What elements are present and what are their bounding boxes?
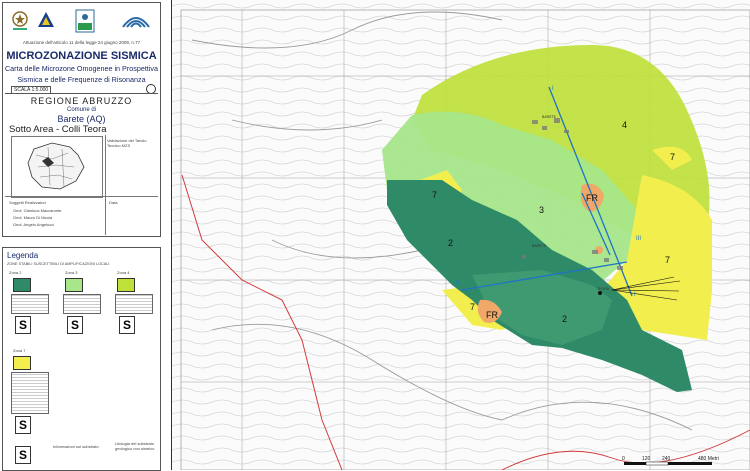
zone-label-3: 3	[539, 205, 544, 215]
soggetti-label: Soggetti Realizzatori	[9, 200, 46, 205]
protezione-civile-logo-icon	[37, 11, 55, 29]
zone-label-7d: 7	[470, 302, 475, 312]
column-divider	[105, 135, 106, 235]
legend-section: ZONE STABILI SUSCETTIBILI DI AMPLIFICAZI…	[7, 262, 110, 266]
comune-label: Comune di	[66, 107, 96, 113]
zone-7-swatch	[13, 356, 31, 370]
comune-name: Barete (AQ)	[57, 114, 106, 124]
zone-2-column	[11, 294, 49, 314]
zone-2-s-symbol: S	[15, 316, 31, 334]
person-3: Geol. Angelo Angelucci	[13, 222, 55, 227]
zone-label-7b: 7	[670, 152, 675, 162]
date-label: Data	[109, 200, 118, 205]
scale-tick-480: 480 Metri	[698, 456, 719, 462]
zone-7-s-symbol-2: S	[15, 446, 31, 464]
zone-label-fr2: FR	[486, 310, 498, 320]
legend-block: Legenda ZONE STABILI SUSCETTIBILI DI AMP…	[2, 247, 161, 471]
legend-title: Legenda	[7, 251, 39, 260]
zone-7-column	[11, 372, 49, 414]
zone-3-s-symbol: S	[67, 316, 83, 334]
place-label-3: TEORA	[597, 287, 610, 291]
title-block: Attuazione dell'articolo 11 della legge …	[2, 2, 161, 237]
map-subtitle-2: Sismica e delle Frequenze di Risonanza	[17, 75, 146, 84]
lito-label: Litologia del substrato geologico non si…	[115, 441, 155, 451]
zone-label-fr1: FR	[586, 193, 598, 203]
title-panel: Attuazione dell'articolo 11 della legge …	[0, 0, 172, 471]
waves-logo-icon	[121, 11, 151, 31]
republic-emblem-icon	[9, 9, 31, 33]
divider	[5, 196, 158, 197]
zone-7-label: Zona 7	[13, 348, 26, 353]
law-text: Attuazione dell'articolo 11 della legge …	[22, 40, 141, 45]
zone-label-2a: 2	[448, 238, 453, 248]
regione-logo-icon	[75, 9, 95, 33]
map-area[interactable]: 4 3 2 2 7 7 7 7 FR FR I II III I BARETE …	[172, 0, 750, 470]
zone-4-s-symbol: S	[119, 316, 135, 334]
scale-bar	[624, 461, 712, 466]
zone-7-s-symbol-1: S	[15, 416, 31, 434]
zone-4-column	[115, 294, 153, 314]
zone-2-label: Zona 2	[9, 270, 22, 275]
zone-label-7a: 7	[432, 190, 437, 200]
zone-label-2b: 2	[562, 314, 567, 324]
zone-label-4: 4	[622, 120, 627, 130]
person-1: Geol. Gianluca Maccaronte	[13, 208, 62, 213]
scale-tick-240: 240	[662, 456, 671, 462]
place-label-1: BARETE	[542, 115, 557, 119]
zone-2-swatch	[13, 278, 31, 292]
map-subtitle-1: Carta delle Microzone Omogenee in Prospe…	[4, 64, 158, 73]
map-title: MICROZONAZIONE SISMICA	[6, 50, 157, 62]
person-2: Geol. Mauro Di Nicola	[13, 215, 53, 220]
validation-label: Validazione del Tavolo Tecnico MZS	[107, 138, 147, 148]
section-label-3: III	[636, 236, 641, 242]
divider	[5, 93, 158, 94]
scale-tick-0: 0	[622, 456, 625, 462]
map-svg: 4 3 2 2 7 7 7 7 FR FR I II III I BARETE …	[172, 0, 750, 470]
scale-tick-120: 120	[642, 456, 651, 462]
region-locator-map	[11, 136, 103, 198]
zone-4-swatch	[117, 278, 135, 292]
section-label-2: II	[456, 281, 460, 287]
zone-label-7c: 7	[665, 255, 670, 265]
subarea-name: Sotto Area - Colli Teora	[9, 124, 107, 135]
info-label: Informazioni sul substrato	[53, 444, 99, 449]
zone-3-swatch	[65, 278, 83, 292]
zone-4-label: Zona 4	[117, 270, 130, 275]
zone-3-column	[63, 294, 101, 314]
zone-3-label: Zona 3	[65, 270, 78, 275]
place-label-2: BARETE	[532, 244, 547, 248]
region-name: REGIONE ABRUZZO	[30, 96, 133, 106]
